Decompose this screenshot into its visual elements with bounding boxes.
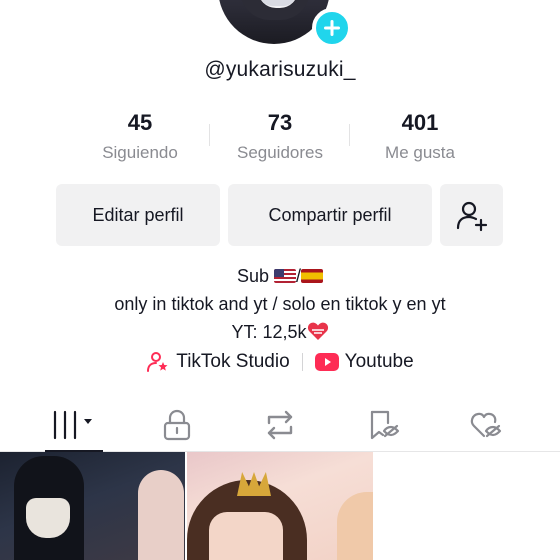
stat-value: 401 xyxy=(401,110,439,135)
mending-heart-icon xyxy=(307,322,328,340)
tiktok-studio-label: TikTok Studio xyxy=(176,351,290,372)
tab-liked[interactable] xyxy=(430,398,542,452)
tiktok-studio-link[interactable]: TikTok Studio xyxy=(146,350,290,374)
username: @yukarisuzuki_ xyxy=(204,58,356,81)
tiktok-studio-icon xyxy=(147,352,168,372)
bio-line-2: only in tiktok and yt / solo en tiktok y… xyxy=(114,294,446,314)
thumbnail-crown xyxy=(237,472,271,496)
video-grid xyxy=(0,452,560,560)
thumbnail-face xyxy=(26,498,70,538)
video-thumbnail[interactable] xyxy=(375,452,560,560)
video-thumbnail[interactable] xyxy=(187,452,373,560)
bookmark-hidden-icon xyxy=(370,410,400,440)
youtube-icon xyxy=(314,353,339,371)
repost-icon xyxy=(267,410,293,440)
tab-favorites[interactable] xyxy=(327,398,439,452)
stat-following[interactable]: 45 Siguiendo xyxy=(70,108,210,168)
stat-label: Siguiendo xyxy=(102,143,178,162)
add-avatar-button[interactable] xyxy=(312,8,352,48)
add-user-icon xyxy=(456,201,487,232)
us-flag-icon xyxy=(274,269,297,283)
tab-private[interactable] xyxy=(121,398,233,452)
thumbnail-face xyxy=(209,512,283,560)
links-divider xyxy=(301,353,303,371)
profile-stats: 45 Siguiendo 73 Seguidores 401 Me gusta xyxy=(70,108,490,168)
youtube-label: Youtube xyxy=(344,351,414,372)
stat-label: Seguidores xyxy=(236,143,323,162)
bio-line-1: Sub / xyxy=(0,262,560,290)
tab-videos[interactable] xyxy=(18,398,130,452)
profile-bio: Sub / only in tiktok and yt / solo en ti… xyxy=(0,262,560,346)
thumbnail-figure xyxy=(138,470,184,560)
stat-followers[interactable]: 73 Seguidores xyxy=(210,108,350,168)
video-thumbnail[interactable] xyxy=(0,452,185,560)
stat-value: 73 xyxy=(267,110,293,135)
bio-line-3: YT: 12,5k xyxy=(0,318,560,346)
stat-likes[interactable]: 401 Me gusta xyxy=(350,108,490,168)
youtube-link[interactable]: Youtube xyxy=(314,351,414,373)
bio-sub-text: Sub xyxy=(236,266,269,286)
plus-icon xyxy=(324,20,340,36)
profile-tabs xyxy=(0,398,560,452)
profile-links: TikTok Studio Youtube xyxy=(0,350,560,374)
share-profile-button[interactable]: Compartir perfil xyxy=(228,184,432,246)
edit-profile-button[interactable]: Editar perfil xyxy=(56,184,220,246)
thumbnail-figure xyxy=(337,492,373,560)
grid-icon xyxy=(53,410,92,440)
add-friends-button[interactable] xyxy=(440,184,503,246)
spain-flag-icon xyxy=(301,269,324,283)
stat-value: 45 xyxy=(127,110,153,135)
tab-reposts[interactable] xyxy=(224,398,336,452)
lock-icon xyxy=(163,409,191,441)
heart-hidden-icon xyxy=(470,412,502,438)
bio-yt-count: YT: 12,5k xyxy=(231,322,307,342)
profile-avatar-area xyxy=(218,0,352,48)
stat-label: Me gusta xyxy=(385,143,455,162)
